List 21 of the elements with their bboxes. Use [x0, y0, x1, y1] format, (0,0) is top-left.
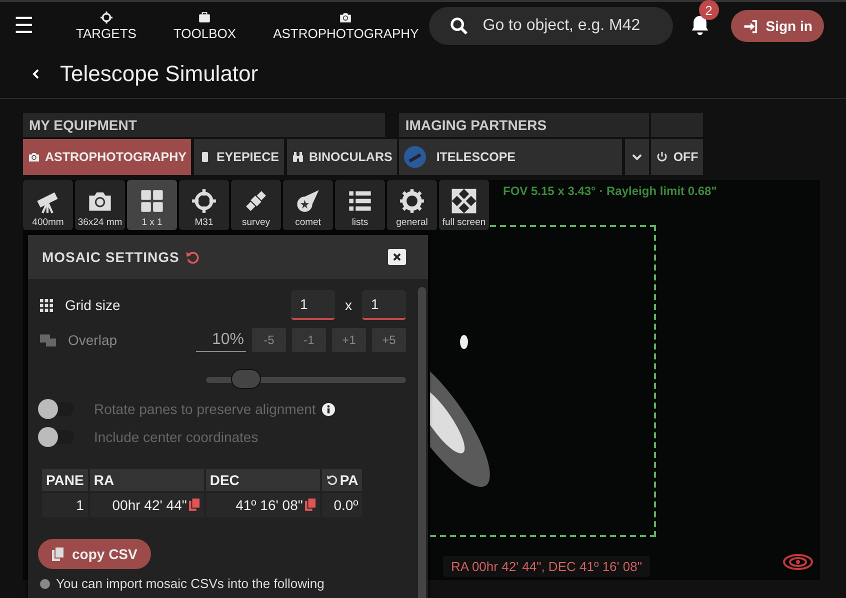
table-cell: 41º 16' 08": [206, 493, 320, 517]
table-cell: 00hr 42' 44": [90, 493, 204, 517]
toggle-label: Rotate panes to preserve alignment: [94, 401, 316, 417]
times-sign: x: [345, 297, 352, 313]
grid-size-label: Grid size: [65, 297, 120, 313]
toggle-label: Include center coordinates: [94, 429, 258, 445]
section-header: MY EQUIPMENT: [23, 113, 385, 137]
column-header: RA: [90, 469, 204, 491]
column-header: PANE: [42, 469, 88, 491]
table-cell: 0.0º: [322, 493, 362, 517]
coordinates-readout: RA 00hr 42' 44", DEC 41º 16' 08": [443, 556, 650, 577]
fov-readout: FOV 5.15 x 3.43° · Rayleigh limit 0.68": [503, 184, 717, 198]
panel-title: MOSAIC SETTINGS: [42, 249, 180, 265]
overlap-label: Overlap: [68, 332, 118, 348]
notification-count: 2: [698, 0, 719, 20]
section-header: IMAGING PARTNERS: [399, 113, 650, 137]
table-cell: 1: [42, 493, 88, 517]
column-header: DEC: [206, 469, 320, 491]
import-note: You can import mosaic CSVs into the following: [56, 576, 324, 591]
column-header: PA: [322, 469, 362, 491]
page-title: Telescope Simulator: [60, 61, 258, 87]
